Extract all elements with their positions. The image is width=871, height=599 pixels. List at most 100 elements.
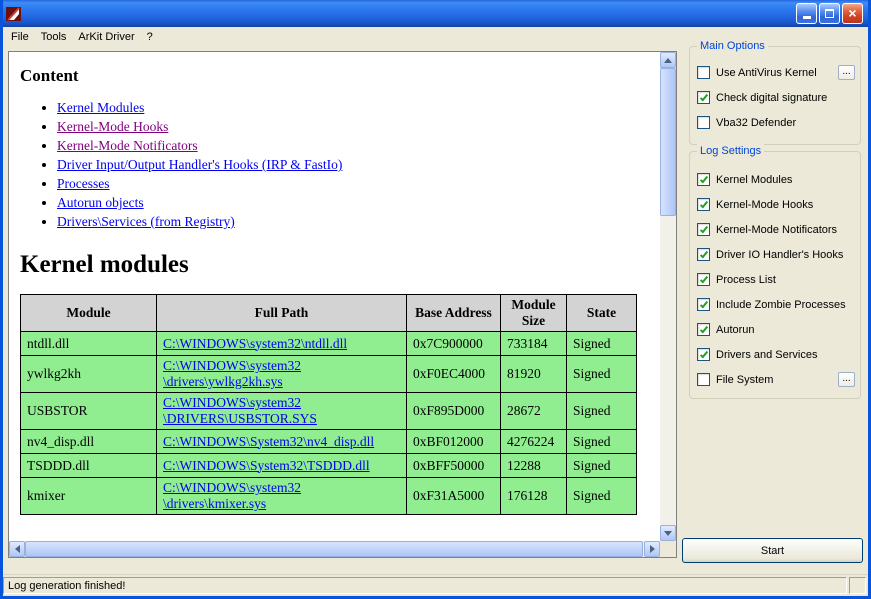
toc-item: Kernel Modules [57,98,654,117]
module-size-cell: 176128 [500,477,567,515]
path-link[interactable]: C:\WINDOWS\system32 \DRIVERS\USBSTOR.SYS [163,395,317,426]
toc-item: Kernel-Mode Notificators [57,136,654,155]
option-row[interactable]: Process List ... [690,267,860,292]
check-mark-icon [699,324,708,333]
scroll-down-button[interactable] [660,525,676,541]
title-bar[interactable]: × [3,0,868,27]
menu-item[interactable]: Tools [35,29,73,45]
maximize-icon [825,9,834,18]
vertical-scroll-thumb[interactable] [660,68,676,216]
toc-item: Drivers\Services (from Registry) [57,212,654,231]
toc-link[interactable]: Autorun objects [57,195,144,210]
group-title: Main Options [697,39,768,53]
checkbox[interactable] [697,273,710,286]
scroll-left-button[interactable] [9,541,25,557]
arrow-right-icon [649,545,655,553]
horizontal-scrollbar[interactable] [9,541,660,557]
path-link[interactable]: C:\WINDOWS\system32\ntdll.dll [163,336,347,351]
checkbox[interactable] [697,91,710,104]
option-row[interactable]: Driver IO Handler's Hooks ... [690,242,860,267]
checkbox[interactable] [697,348,710,361]
state-cell: Signed [566,355,637,393]
check-mark-icon [699,199,708,208]
option-row[interactable]: Kernel-Mode Notificators ... [690,217,860,242]
toc-link[interactable]: Processes [57,176,110,191]
close-button[interactable]: × [842,3,863,24]
module-cell: USBSTOR [20,392,157,430]
arrow-up-icon [664,57,672,63]
checkbox[interactable] [697,248,710,261]
path-link[interactable]: C:\WINDOWS\system32 \drivers\kmixer.sys [163,480,301,511]
toc-item: Autorun objects [57,193,654,212]
checkbox-label: Use AntiVirus Kernel [716,66,817,79]
scroll-right-button[interactable] [644,541,660,557]
start-button[interactable]: Start [682,538,863,563]
option-row[interactable]: Include Zombie Processes ... [690,292,860,317]
checkbox[interactable] [697,373,710,386]
more-options-button[interactable]: ... [838,372,855,387]
option-row[interactable]: Check digital signature ... [690,85,860,110]
state-cell: Signed [566,392,637,430]
close-icon: × [848,4,857,21]
menu-item[interactable]: File [5,29,35,45]
path-link[interactable]: C:\WINDOWS\system32 \drivers\ywlkg2kh.sy… [163,358,301,389]
toc-link[interactable]: Kernel Modules [57,100,144,115]
option-row[interactable]: Drivers and Services ... [690,342,860,367]
module-cell: TSDDD.dll [20,453,157,478]
checkbox[interactable] [697,173,710,186]
checkbox[interactable] [697,198,710,211]
state-cell: Signed [566,477,637,515]
option-row[interactable]: Autorun ... [690,317,860,342]
checkbox-label: Kernel-Mode Hooks [716,198,814,211]
option-row[interactable]: Kernel-Mode Hooks ... [690,192,860,217]
toc-link[interactable]: Kernel-Mode Notificators [57,138,198,153]
toc-item: Kernel-Mode Hooks [57,117,654,136]
checkbox[interactable] [697,116,710,129]
table-row: nv4_disp.dll C:\WINDOWS\System32\nv4_dis… [20,429,637,454]
scroll-up-button[interactable] [660,52,676,68]
arrow-left-icon [14,545,20,553]
group-title: Log Settings [697,144,765,158]
checkbox[interactable] [697,66,710,79]
maximize-button[interactable] [819,3,840,24]
checkbox-label: Drivers and Services [716,348,818,361]
path-link[interactable]: C:\WINDOWS\System32\nv4_disp.dll [163,434,374,449]
report-view: Content Kernel Modules Kernel-Mode Hooks… [9,52,660,541]
main-options-group: Main Options Use AntiVirus Kernel ... Ch… [689,39,861,145]
table-row: ntdll.dll C:\WINDOWS\system32\ntdll.dll … [20,331,637,356]
table-row: TSDDD.dll C:\WINDOWS\System32\TSDDD.dll … [20,453,637,478]
toc-link[interactable]: Kernel-Mode Hooks [57,119,168,134]
path-link[interactable]: C:\WINDOWS\System32\TSDDD.dll [163,458,370,473]
window-controls: × [796,3,863,24]
toc-link[interactable]: Driver Input/Output Handler's Hooks (IRP… [57,157,342,172]
check-mark-icon [699,224,708,233]
toc-item: Driver Input/Output Handler's Hooks (IRP… [57,155,654,174]
toc-link[interactable]: Drivers\Services (from Registry) [57,214,235,229]
path-cell: C:\WINDOWS\system32\ntdll.dll [156,331,407,356]
vertical-scrollbar[interactable] [660,52,676,541]
module-size-cell: 4276224 [500,429,567,454]
option-row[interactable]: Use AntiVirus Kernel ... [690,60,860,85]
minimize-button[interactable] [796,3,817,24]
module-size-cell: 733184 [500,331,567,356]
checkbox[interactable] [697,223,710,236]
checkbox[interactable] [697,298,710,311]
option-row[interactable]: File System ... [690,367,860,392]
menu-item[interactable]: ? [141,29,159,45]
menu-item[interactable]: ArKit Driver [72,29,140,45]
option-row[interactable]: Vba32 Defender ... [690,110,860,135]
base-address-cell: 0xF31A5000 [406,477,501,515]
checkbox[interactable] [697,323,710,336]
option-row[interactable]: Kernel Modules ... [690,167,860,192]
more-options-button[interactable]: ... [838,65,855,80]
path-cell: C:\WINDOWS\system32 \DRIVERS\USBSTOR.SYS [156,392,407,430]
base-address-cell: 0xBF012000 [406,429,501,454]
horizontal-scroll-thumb[interactable] [25,541,643,557]
table-row: ywlkg2kh C:\WINDOWS\system32 \drivers\yw… [20,355,637,393]
app-icon[interactable] [6,6,22,22]
log-settings-group: Log Settings Kernel Modules ... Kernel-M… [689,144,861,399]
status-pane-right [849,577,866,594]
checkbox-label: Autorun [716,323,755,336]
path-cell: C:\WINDOWS\system32 \drivers\kmixer.sys [156,477,407,515]
col-header-base-address: Base Address [406,294,501,332]
